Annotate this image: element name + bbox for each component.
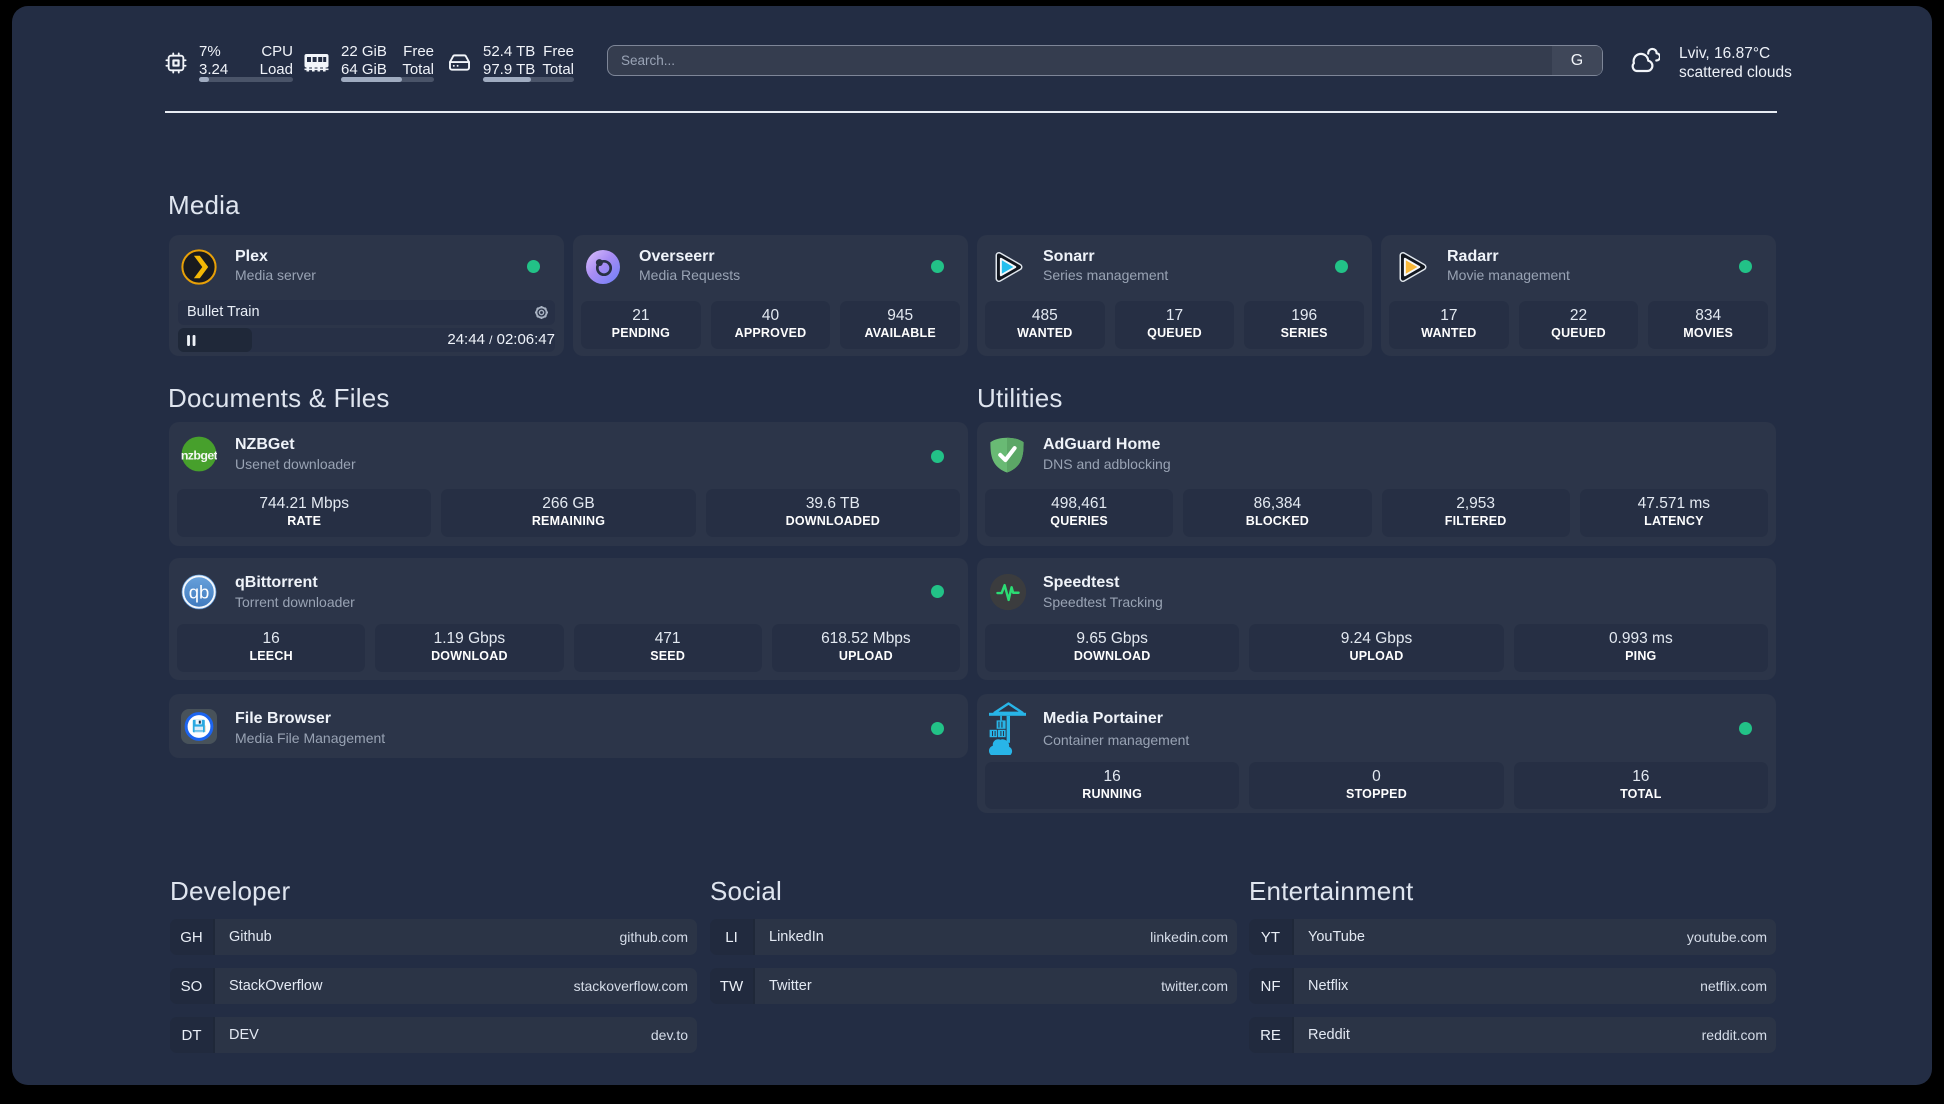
svg-text:nzbget: nzbget [181,449,217,463]
svg-text:qb: qb [189,581,210,602]
